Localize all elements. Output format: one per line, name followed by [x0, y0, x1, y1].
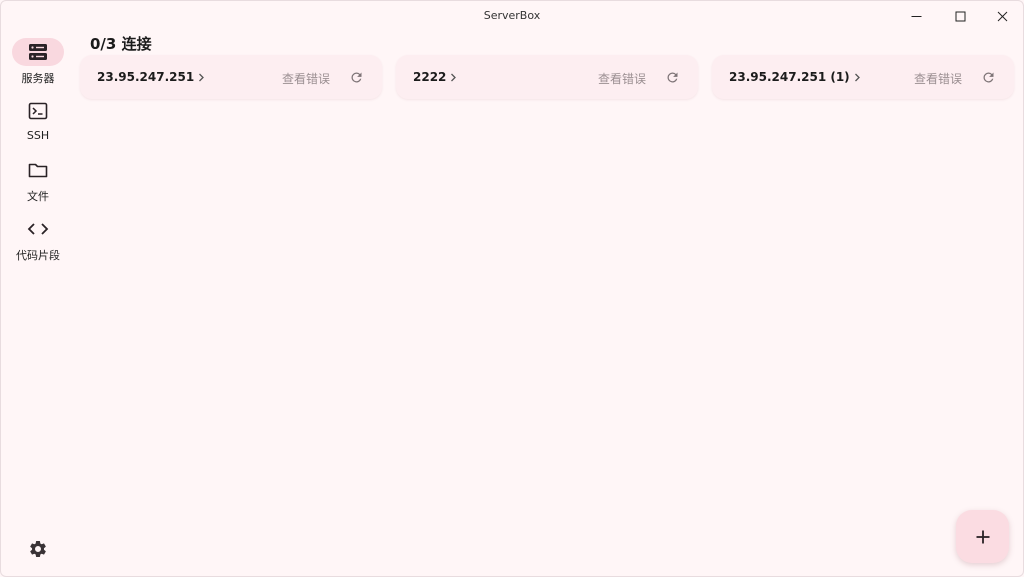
- nav-icon-wrap: [12, 215, 64, 243]
- nav-item-label: 代码片段: [16, 249, 60, 262]
- window-title: ServerBox: [483, 9, 541, 22]
- maximize-icon: [955, 11, 965, 21]
- title-bar[interactable]: ServerBox: [0, 0, 1024, 32]
- maximize-button[interactable]: [939, 0, 981, 32]
- view-error-button[interactable]: 查看错误: [282, 70, 330, 87]
- minimize-icon: [911, 15, 921, 17]
- nav-item-ssh[interactable]: SSH: [0, 97, 76, 153]
- nav-item-label: 服务器: [21, 72, 55, 85]
- nav-item-files[interactable]: 文件: [0, 156, 76, 212]
- page-title: 0/3 连接: [90, 35, 152, 53]
- server-icon: [29, 44, 47, 60]
- refresh-button[interactable]: [348, 69, 364, 85]
- refresh-button[interactable]: [980, 69, 996, 85]
- refresh-icon: [982, 71, 993, 82]
- server-name: 2222: [413, 70, 447, 84]
- nav-indicator: [12, 38, 64, 66]
- refresh-icon: [666, 71, 677, 82]
- nav-item-label: 文件: [27, 190, 49, 203]
- navigation-rail: 服务器 SSH 文件 代码片段: [0, 32, 76, 577]
- plus-icon: [976, 530, 989, 543]
- refresh-icon: [350, 71, 361, 82]
- chevron-right-icon: [854, 73, 861, 82]
- view-error-button[interactable]: 查看错误: [598, 70, 646, 87]
- server-name-link[interactable]: 2222: [413, 70, 457, 84]
- code-icon: [27, 223, 49, 235]
- view-error-button[interactable]: 查看错误: [914, 70, 962, 87]
- server-card[interactable]: 23.95.247.251 (1) 查看错误: [712, 55, 1014, 99]
- server-card[interactable]: 2222 查看错误: [396, 55, 698, 99]
- nav-icon-wrap: [12, 97, 64, 125]
- server-name-link[interactable]: 23.95.247.251: [97, 70, 205, 84]
- add-server-button[interactable]: [956, 510, 1009, 563]
- chevron-right-icon: [450, 73, 457, 82]
- nav-item-servers[interactable]: 服务器: [0, 38, 76, 94]
- minimize-button[interactable]: [895, 0, 937, 32]
- nav-icon-wrap: [12, 156, 64, 184]
- folder-icon: [28, 163, 48, 178]
- nav-item-snippets[interactable]: 代码片段: [0, 215, 76, 271]
- gear-icon: [30, 541, 46, 557]
- settings-button[interactable]: [26, 537, 50, 561]
- chevron-right-icon: [198, 73, 205, 82]
- close-button[interactable]: [981, 0, 1023, 32]
- server-name: 23.95.247.251 (1): [729, 70, 850, 84]
- close-icon: [997, 11, 1007, 21]
- server-card[interactable]: 23.95.247.251 查看错误: [80, 55, 382, 99]
- terminal-icon: [28, 102, 48, 120]
- server-name-link[interactable]: 23.95.247.251 (1): [729, 70, 861, 84]
- server-name: 23.95.247.251: [97, 70, 195, 84]
- refresh-button[interactable]: [664, 69, 680, 85]
- nav-item-label: SSH: [26, 129, 50, 142]
